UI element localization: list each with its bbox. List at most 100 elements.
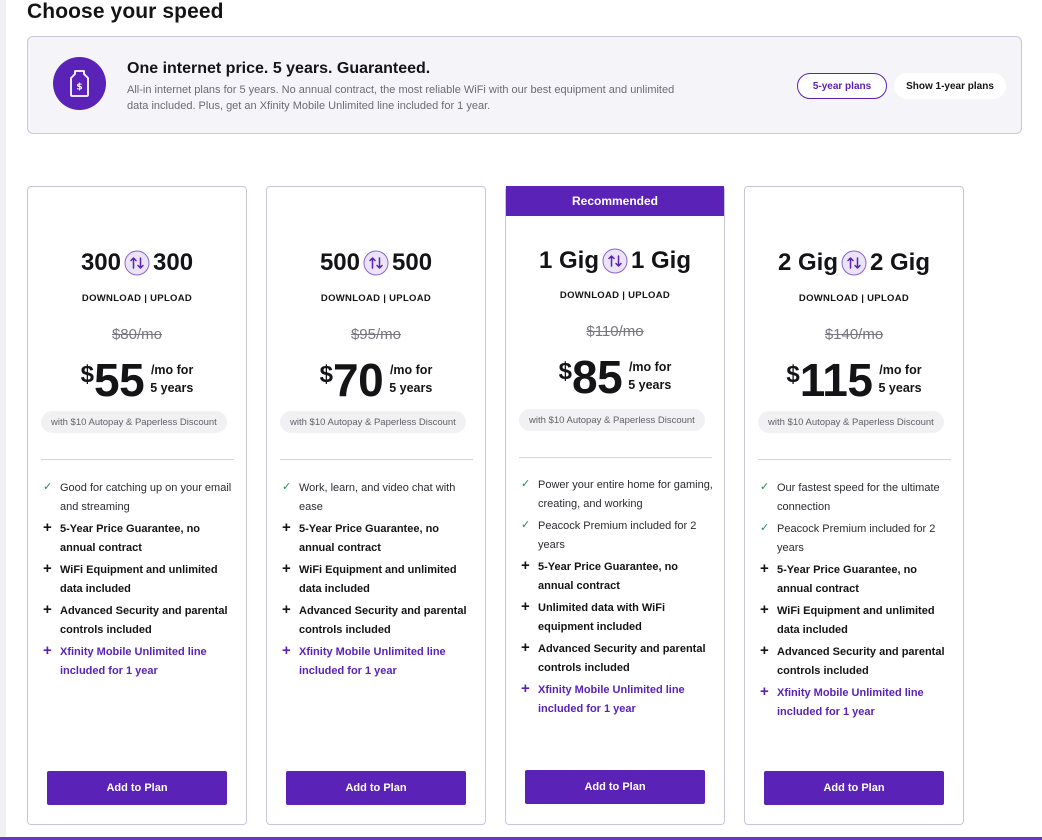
feature-text: Unlimited data with WiFi equipment inclu… — [538, 602, 666, 633]
price-currency: $ — [786, 361, 800, 388]
price-term-line1: /mo for — [628, 360, 672, 374]
download-speed: 300 — [80, 249, 121, 276]
one-year-plans-toggle[interactable]: Show 1-year plans — [894, 73, 1006, 99]
check-icon: ✓ — [760, 481, 770, 493]
feature-text: Advanced Security and parental controls … — [777, 646, 945, 677]
divider — [758, 459, 951, 460]
feature-item: ✓ Work, learn, and video chat with ease — [281, 479, 477, 517]
feature-item: ✓ Peacock Premium included for 2 years — [759, 520, 955, 558]
speed-value: 1 Gig 1 Gig — [506, 247, 724, 275]
feature-item: + Xfinity Mobile Unlimited line included … — [520, 681, 716, 719]
feature-item: ✓ Good for catching up on your email and … — [42, 479, 238, 517]
feature-list: ✓ Good for catching up on your email and … — [42, 479, 238, 684]
feature-item: +5-Year Price Guarantee, no annual contr… — [759, 561, 955, 599]
upload-speed: 300 — [153, 249, 194, 276]
feature-list: ✓ Our fastest speed for the ultimate conn… — [759, 479, 955, 725]
feature-item: + Xfinity Mobile Unlimited line included … — [42, 643, 238, 681]
upload-speed: 500 — [392, 249, 433, 276]
price-term: /mo for 5 years — [150, 361, 193, 397]
plus-icon: + — [760, 683, 769, 700]
price-term-line1: /mo for — [879, 363, 922, 377]
price-term-line1: /mo for — [389, 363, 433, 377]
check-icon: ✓ — [282, 481, 292, 493]
price-amount: 85 — [572, 351, 623, 403]
feature-item: + WiFi Equipment and unlimited data inclu… — [42, 561, 238, 599]
feature-item: ✓ Our fastest speed for the ultimate conn… — [759, 479, 955, 517]
add-to-plan-button[interactable]: Add to Plan — [47, 771, 227, 805]
feature-text: Xfinity Mobile Unlimited line included f… — [299, 646, 446, 677]
feature-text: 5-Year Price Guarantee, no annual contra… — [777, 564, 918, 595]
feature-item: + Unlimited data with WiFi equipment incl… — [520, 599, 716, 637]
original-price: $95/mo — [350, 326, 402, 343]
feature-item: + Advanced Security and parental controls… — [281, 602, 477, 640]
original-price: $80/mo — [111, 326, 163, 343]
upload-download-icon — [363, 250, 389, 276]
guarantee-banner: $ One internet price. 5 years. Guarantee… — [27, 36, 1022, 134]
price-currency: $ — [319, 361, 334, 388]
feature-text: Xfinity Mobile Unlimited line included f… — [777, 687, 924, 718]
five-year-plans-toggle[interactable]: 5-year plans — [797, 73, 887, 99]
upload-download-icon — [602, 248, 628, 274]
feature-text: Peacock Premium included for 2 years — [777, 523, 936, 554]
add-to-plan-button[interactable]: Add to Plan — [764, 771, 944, 805]
download-speed: 500 — [319, 249, 360, 276]
price-currency: $ — [80, 361, 95, 388]
price-term-line2: 5 years — [878, 381, 922, 395]
feature-text: Power your entire home for gaming, creat… — [538, 479, 713, 510]
page-title: Choose your speed — [27, 0, 224, 23]
price-term-line2: 5 years — [150, 381, 194, 395]
plus-icon: + — [760, 601, 769, 618]
discount-badge: with $10 Autopay & Paperless Discount — [519, 409, 705, 431]
plus-icon: + — [43, 519, 52, 536]
price-tag-icon: $ — [53, 57, 106, 110]
feature-text: Peacock Premium included for 2 years — [538, 520, 697, 551]
divider — [519, 457, 712, 458]
feature-text: Xfinity Mobile Unlimited line included f… — [60, 646, 207, 677]
plus-icon: + — [760, 560, 769, 577]
feature-text: Our fastest speed for the ultimate conne… — [777, 482, 940, 513]
download-speed: 2 Gig — [777, 249, 838, 276]
plus-icon: + — [43, 560, 52, 577]
svg-text:$: $ — [76, 83, 82, 93]
left-edge-strip — [0, 0, 6, 840]
feature-text: WiFi Equipment and unlimited data includ… — [777, 605, 935, 636]
discount-badge: with $10 Autopay & Paperless Discount — [41, 411, 227, 433]
feature-item: + Xfinity Mobile Unlimited line included … — [281, 643, 477, 681]
plan-price: $115/mo for 5 years — [745, 355, 963, 405]
price-amount: 55 — [94, 354, 145, 406]
price-term-line2: 5 years — [628, 378, 672, 392]
check-icon: ✓ — [43, 481, 53, 493]
speed-value: 500 500 — [267, 249, 485, 277]
feature-list: ✓ Work, learn, and video chat with ease +5… — [281, 479, 477, 684]
feature-text: 5-Year Price Guarantee, no annual contra… — [299, 523, 440, 554]
feature-item: + WiFi Equipment and unlimited data inclu… — [759, 602, 955, 640]
price-amount: 70 — [333, 354, 384, 406]
plus-icon: + — [521, 680, 530, 697]
discount-badge: with $10 Autopay & Paperless Discount — [280, 411, 466, 433]
plus-icon: + — [282, 601, 291, 618]
add-to-plan-button[interactable]: Add to Plan — [286, 771, 466, 805]
speed-value: 300 300 — [28, 249, 246, 277]
price-currency: $ — [558, 358, 573, 385]
add-to-plan-button[interactable]: Add to Plan — [525, 770, 705, 804]
feature-text: Good for catching up on your email and s… — [60, 482, 232, 513]
divider — [280, 459, 473, 460]
feature-item: ✓ Peacock Premium included for 2 years — [520, 517, 716, 555]
feature-item: + WiFi Equipment and unlimited data inclu… — [281, 561, 477, 599]
original-price: $110/mo — [586, 323, 644, 340]
plus-icon: + — [760, 642, 769, 659]
plus-icon: + — [521, 639, 530, 656]
original-price: $140/mo — [824, 326, 884, 343]
plus-icon: + — [43, 601, 52, 618]
feature-text: Advanced Security and parental controls … — [299, 605, 467, 636]
discount-badge: with $10 Autopay & Paperless Discount — [758, 411, 944, 433]
speed-label: DOWNLOAD | UPLOAD — [798, 293, 910, 304]
plus-icon: + — [282, 560, 291, 577]
speed-label: DOWNLOAD | UPLOAD — [559, 290, 671, 301]
recommended-banner: Recommended — [506, 186, 724, 216]
feature-item: ✓ Power your entire home for gaming, crea… — [520, 476, 716, 514]
price-term: /mo for 5 years — [389, 361, 432, 397]
check-icon: ✓ — [521, 478, 531, 490]
upload-speed: 2 Gig — [870, 249, 931, 276]
feature-text: WiFi Equipment and unlimited data includ… — [299, 564, 457, 595]
